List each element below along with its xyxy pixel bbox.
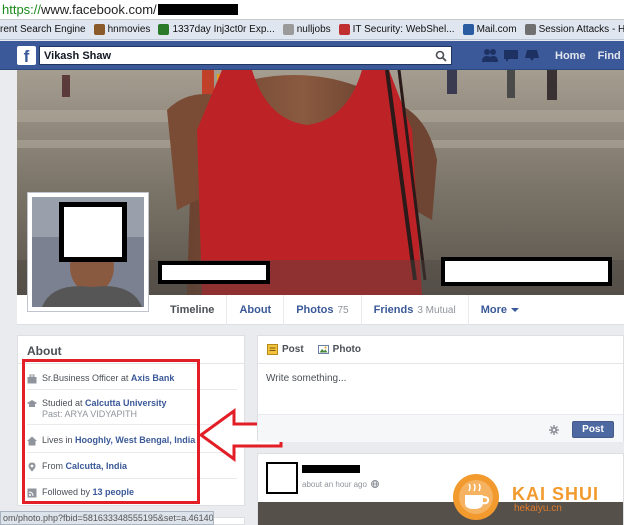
composer-tab-post[interactable]: Post bbox=[267, 344, 304, 355]
bookmark-label: nulljobs bbox=[296, 24, 331, 35]
bookmark-item[interactable]: IT Security: WebShel... bbox=[338, 24, 455, 35]
https-scheme: https:// bbox=[2, 2, 42, 17]
post-composer: Post Photo Write something... Post bbox=[257, 335, 624, 442]
pencil-note-icon bbox=[267, 344, 278, 355]
photo-icon bbox=[317, 345, 329, 354]
bookmarks-bar: rent Search Engine hnmovies 1337day Inj3ct… bbox=[0, 20, 624, 40]
tab-more-label: More bbox=[480, 304, 507, 316]
tab-about-label: About bbox=[239, 304, 272, 316]
photos-count: 75 bbox=[337, 304, 349, 316]
profile-picture[interactable] bbox=[27, 192, 149, 312]
search-input-value: Vikash Shaw bbox=[44, 49, 112, 62]
address-bar[interactable]: https:// www.facebook.com/ bbox=[0, 0, 624, 20]
facebook-logo-icon[interactable]: f bbox=[17, 46, 36, 66]
story-author-redacted bbox=[302, 465, 360, 473]
friend-requests-icon[interactable] bbox=[482, 48, 498, 63]
story-avatar[interactable] bbox=[266, 462, 298, 494]
search-input[interactable]: Vikash Shaw bbox=[39, 46, 452, 65]
notifications-icon[interactable] bbox=[524, 48, 540, 63]
bookmark-favicon-icon bbox=[158, 24, 170, 35]
url-redacted bbox=[157, 4, 238, 15]
watermark-domain: hekaiyu.cn bbox=[514, 503, 562, 514]
watermark-brand: KAI SHUI bbox=[512, 484, 600, 504]
nav-find-friends-link[interactable]: Find Frie bbox=[598, 50, 624, 62]
tab-timeline[interactable]: Timeline bbox=[158, 295, 228, 325]
search-icon[interactable] bbox=[435, 50, 447, 62]
bookmark-label: IT Security: WebShel... bbox=[352, 24, 455, 35]
bookmark-label: rent Search Engine bbox=[0, 24, 86, 35]
bookmark-favicon-icon bbox=[93, 24, 105, 35]
name-redaction-left bbox=[158, 261, 270, 284]
bookmark-favicon-icon bbox=[282, 24, 294, 35]
coffee-cup-logo-icon bbox=[453, 474, 499, 520]
composer-tab-photo-label: Photo bbox=[332, 344, 361, 355]
bookmark-item[interactable]: hnmovies bbox=[93, 24, 151, 35]
bookmark-label: hnmovies bbox=[107, 24, 151, 35]
bookmark-favicon-icon bbox=[524, 24, 536, 35]
bookmark-favicon-icon bbox=[462, 24, 474, 35]
gear-icon[interactable] bbox=[549, 425, 559, 435]
face-redaction bbox=[59, 202, 127, 262]
highlight-box bbox=[22, 359, 200, 504]
tab-friends-label: Friends bbox=[373, 304, 414, 316]
story-timestamp[interactable]: about an hour ago bbox=[302, 480, 367, 489]
tab-about[interactable]: About bbox=[227, 295, 285, 325]
post-button[interactable]: Post bbox=[572, 421, 614, 438]
composer-input[interactable]: Write something... bbox=[266, 373, 346, 384]
facebook-top-bar: f Vikash Shaw Home Find Frie bbox=[0, 41, 624, 70]
bookmark-item[interactable]: rent Search Engine bbox=[0, 24, 86, 35]
chevron-down-icon bbox=[510, 308, 519, 312]
nav-home-link[interactable]: Home bbox=[555, 50, 586, 62]
composer-footer: Post bbox=[258, 414, 623, 442]
url-host: www.facebook.com/ bbox=[41, 2, 157, 17]
bookmark-label: Mail.com bbox=[476, 24, 517, 35]
bookmark-label: Session Attacks - Hu... bbox=[538, 24, 624, 35]
bookmark-favicon-icon bbox=[338, 24, 350, 35]
timeline-nav: Timeline About Photos 75 Friends 3 Mutual … bbox=[158, 295, 624, 325]
globe-icon bbox=[371, 480, 379, 488]
tab-photos-label: Photos bbox=[296, 304, 334, 316]
composer-tab-photo[interactable]: Photo bbox=[317, 344, 361, 355]
mutual-friends-count: 3 Mutual bbox=[417, 304, 456, 316]
tab-more[interactable]: More bbox=[469, 295, 531, 325]
bookmark-item[interactable]: Mail.com bbox=[462, 24, 517, 35]
tab-friends[interactable]: Friends 3 Mutual bbox=[362, 295, 469, 325]
bookmark-item[interactable]: Session Attacks - Hu... bbox=[524, 24, 624, 35]
tab-photos[interactable]: Photos 75 bbox=[284, 295, 362, 325]
name-redaction-right bbox=[441, 257, 612, 286]
tab-timeline-label: Timeline bbox=[170, 304, 215, 316]
composer-tab-post-label: Post bbox=[282, 344, 304, 355]
messages-icon[interactable] bbox=[503, 48, 519, 63]
bookmark-item[interactable]: 1337day Inj3ct0r Exp... bbox=[158, 24, 275, 35]
browser-status-bar: om/photo.php?fbid=581633348555195&set=a.… bbox=[0, 511, 214, 525]
bookmark-item[interactable]: nulljobs bbox=[282, 24, 331, 35]
bookmark-label: 1337day Inj3ct0r Exp... bbox=[172, 24, 275, 35]
watermark: KAI SHUI hekaiyu.cn bbox=[452, 470, 602, 520]
